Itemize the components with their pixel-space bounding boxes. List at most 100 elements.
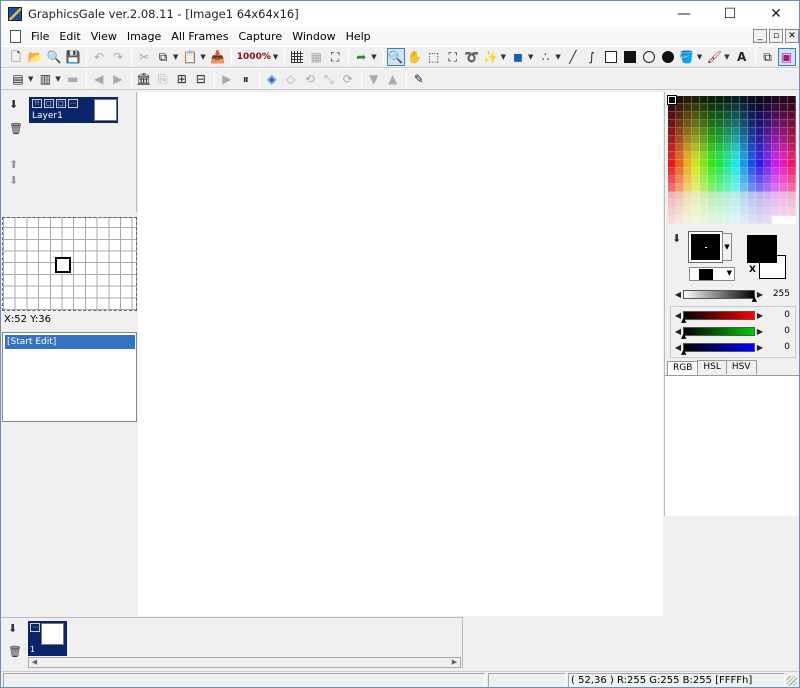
layer-lock-icon[interactable]: □ — [44, 99, 54, 108]
palette-swatch[interactable] — [748, 152, 756, 160]
palette-swatch[interactable] — [772, 144, 780, 152]
palette-swatch[interactable] — [764, 168, 772, 176]
palette-swatch[interactable] — [708, 184, 716, 192]
palette-swatch[interactable] — [700, 104, 708, 112]
paste-icon[interactable]: 📋 — [181, 48, 199, 66]
palette-swatch[interactable] — [684, 208, 692, 216]
palette-swatch[interactable] — [708, 144, 716, 152]
frame-item[interactable]: ⋯ 1 — [28, 621, 67, 656]
palette-swatch[interactable] — [772, 216, 780, 224]
palette-swatch[interactable] — [748, 208, 756, 216]
palette-swatch[interactable] — [708, 176, 716, 184]
palette-swatch[interactable] — [748, 200, 756, 208]
palette-swatch[interactable] — [692, 184, 700, 192]
palette-swatch[interactable] — [724, 144, 732, 152]
palette-swatch[interactable] — [740, 152, 748, 160]
palette-swatch[interactable] — [764, 112, 772, 120]
palette-swatch[interactable] — [764, 96, 772, 104]
palette-swatch[interactable] — [788, 176, 796, 184]
palette-swatch[interactable] — [676, 96, 684, 104]
palette-swatch[interactable] — [692, 96, 700, 104]
palette-swatch[interactable] — [692, 160, 700, 168]
palette-swatch[interactable] — [668, 120, 676, 128]
palette-swatch[interactable] — [764, 176, 772, 184]
palette-swatch[interactable] — [740, 120, 748, 128]
palette-swatch[interactable] — [740, 200, 748, 208]
palette-swatch[interactable] — [756, 176, 764, 184]
palette-swatch[interactable] — [764, 152, 772, 160]
layer-down-icon[interactable]: ⬇ — [9, 174, 18, 187]
document-icon[interactable] — [10, 30, 21, 43]
undo-icon[interactable]: ↶ — [90, 48, 108, 66]
palette-swatch[interactable] — [756, 184, 764, 192]
palette-swatch[interactable] — [668, 136, 676, 144]
filled-ellipse-icon[interactable] — [659, 48, 677, 66]
palette-swatch[interactable] — [740, 208, 748, 216]
palette-swatch[interactable] — [748, 112, 756, 120]
brightness-slider[interactable]: ◀ ▲ ▶ 255 — [673, 288, 797, 302]
palette-swatch[interactable] — [748, 136, 756, 144]
palette-swatch[interactable] — [716, 184, 724, 192]
delete-frame-icon[interactable]: 🗑 — [8, 645, 22, 658]
menu-capture[interactable]: Capture — [233, 27, 287, 46]
palette-swatch[interactable] — [748, 104, 756, 112]
palette-swatch[interactable] — [668, 144, 676, 152]
palette-swatch[interactable] — [684, 128, 692, 136]
palette-swatch[interactable] — [756, 96, 764, 104]
palette-swatch[interactable] — [732, 216, 740, 224]
flip-icon[interactable]: ◇ — [282, 70, 300, 88]
layer-item[interactable]: !! □ □ ⋯ Layer1 — [29, 97, 118, 123]
palette-swatch[interactable] — [692, 208, 700, 216]
palette-swatch[interactable] — [732, 136, 740, 144]
palette-swatch[interactable] — [708, 168, 716, 176]
palette-swatch[interactable] — [724, 112, 732, 120]
palette-swatch[interactable] — [788, 208, 796, 216]
palette-swatch[interactable] — [740, 96, 748, 104]
palette-swatch[interactable] — [788, 152, 796, 160]
tab-hsv[interactable]: HSV — [725, 360, 757, 374]
cursor-tool-icon[interactable]: ➦ — [352, 48, 370, 66]
slider-right-arrow-icon[interactable]: ▶ — [755, 343, 765, 352]
palette-swatch[interactable] — [780, 128, 788, 136]
view-toggle-icon[interactable]: ▣ — [777, 48, 796, 66]
scroll-left-icon[interactable]: ◀ — [29, 658, 40, 667]
palette-swatch[interactable] — [708, 112, 716, 120]
palette-swatch[interactable] — [732, 96, 740, 104]
palette-swatch[interactable] — [756, 144, 764, 152]
palette-swatch[interactable] — [676, 160, 684, 168]
chevron-down-icon[interactable]: ▼ — [724, 53, 729, 61]
palette-swatch[interactable] — [676, 168, 684, 176]
palette-swatch[interactable] — [724, 176, 732, 184]
layer-more-icon[interactable]: ⋯ — [68, 99, 78, 108]
play-icon[interactable]: ▶ — [218, 70, 236, 88]
palette-swatch[interactable] — [716, 144, 724, 152]
palette-swatch[interactable] — [708, 120, 716, 128]
palette-swatch[interactable] — [772, 152, 780, 160]
blue-slider[interactable]: ◀ ▲ ▶ 0 — [673, 341, 797, 355]
palette-swatch[interactable] — [748, 184, 756, 192]
palette-swatch[interactable] — [732, 208, 740, 216]
palette-swatch[interactable] — [756, 168, 764, 176]
palette-swatch[interactable] — [716, 128, 724, 136]
palette-swatch[interactable] — [684, 176, 692, 184]
palette-swatch[interactable] — [700, 112, 708, 120]
palette-swatch[interactable] — [708, 192, 716, 200]
palette-swatch[interactable] — [748, 160, 756, 168]
palette-swatch[interactable] — [668, 128, 676, 136]
palette-swatch[interactable] — [780, 184, 788, 192]
palette-swatch[interactable] — [788, 120, 796, 128]
palette-swatch[interactable] — [772, 200, 780, 208]
palette-swatch[interactable] — [756, 104, 764, 112]
palette-swatch[interactable] — [756, 208, 764, 216]
palette-swatch[interactable] — [724, 168, 732, 176]
magic-wand-icon[interactable]: ✨ — [482, 48, 500, 66]
palette-swatch[interactable] — [692, 128, 700, 136]
palette-swatch[interactable] — [708, 104, 716, 112]
palette-swatch[interactable] — [724, 184, 732, 192]
palette-swatch[interactable] — [684, 144, 692, 152]
window-arrange-icon[interactable]: ⧉ — [759, 48, 777, 66]
palette-swatch[interactable] — [732, 176, 740, 184]
slider-left-arrow-icon[interactable]: ◀ — [673, 290, 683, 299]
palette-swatch[interactable] — [676, 112, 684, 120]
palette-swatch[interactable] — [692, 176, 700, 184]
